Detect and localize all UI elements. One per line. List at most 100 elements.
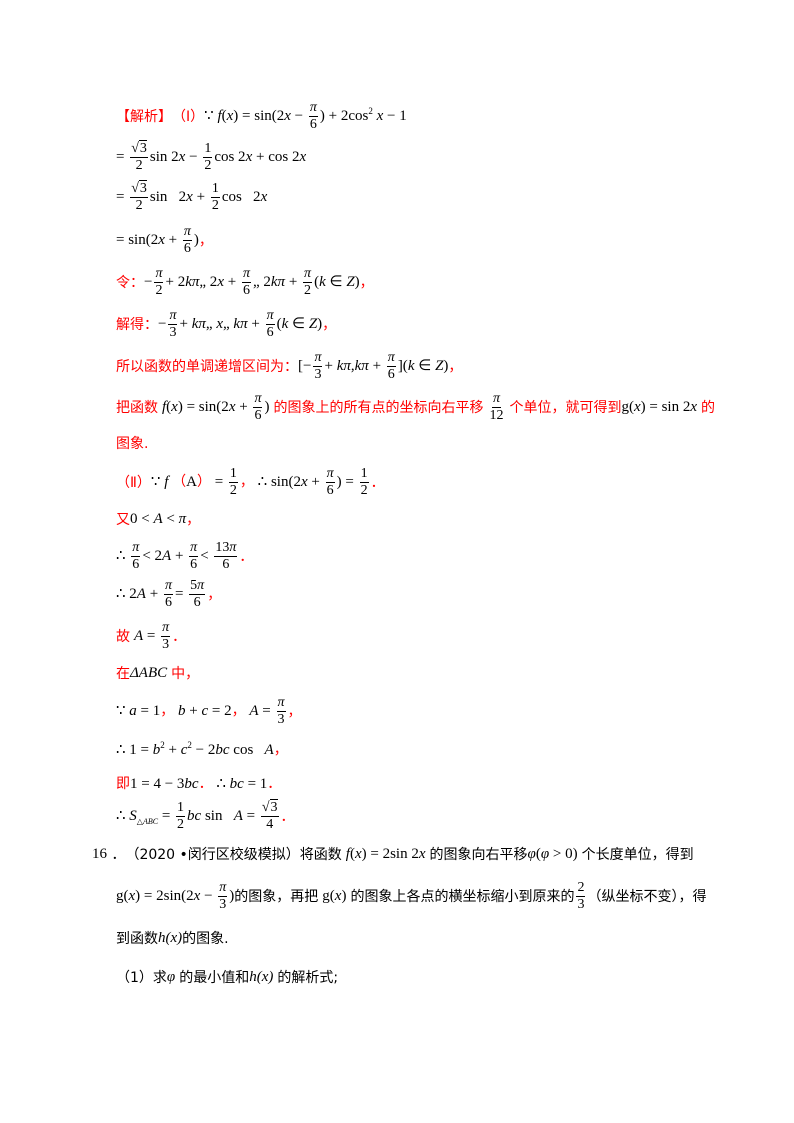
problem-dot: ．: [107, 847, 126, 863]
also-label: 又: [116, 512, 130, 528]
solution-line-2: = √3 2 sin 2x − 1 2 cos 2x + cos 2x: [116, 139, 307, 173]
solution-line-13: ∴ 2A + π 6 = 5π 6，: [116, 578, 221, 610]
fraction: π 12: [489, 390, 504, 423]
increasing-interval-label: 所以函数的单调递增区间为：: [116, 359, 298, 375]
solve-label: 解得：: [116, 317, 158, 333]
problem-16-question-1: （1） 求 φ 的最小值和 h(x) 的解析式;: [116, 961, 338, 993]
solution-line-10: （Ⅱ） ∵ f （A） = 1 2， ∴ sin(2x + π 6) = 1 2 ．: [116, 466, 385, 498]
punct: ，: [287, 704, 302, 720]
punct: ．: [267, 776, 282, 792]
fraction: π3: [276, 694, 286, 727]
question-label: （1）: [116, 970, 153, 986]
text: （纵坐标不变），得: [587, 889, 707, 905]
punct: ，: [185, 666, 200, 682]
part-2-label: （Ⅱ）: [116, 475, 151, 491]
solution-line-18: 即 1 = 4 − 3bc． ∴ bc = 1 ．: [116, 767, 281, 799]
fraction: π3: [218, 879, 228, 912]
solution-line-12: ∴ π 6 < 2A + π 6 < 13π 6 ．: [116, 540, 253, 572]
fraction: π6: [308, 99, 318, 132]
problem-number: 16: [92, 845, 107, 862]
solution-line-8: 把函数 f(x) = sin(2x + π 6) 的图象上的所有点的坐标向右平移 …: [116, 391, 715, 423]
text: 到函数: [116, 931, 158, 947]
fraction: π6: [386, 349, 396, 382]
punct: ，: [207, 587, 222, 603]
punct: ，: [448, 359, 463, 375]
fraction: π6: [189, 539, 199, 572]
fraction: 12: [228, 465, 238, 498]
formula: − π 3 + kπ„ x„ kπ + π 6 (k ∈ Z): [158, 307, 323, 340]
solution-line-1: 【解析】 （Ⅰ） ∵ f(x) = sin(2x − π 6) + 2cos2 x…: [116, 100, 407, 132]
triangle-name: ΔABC: [130, 664, 168, 681]
problem-16-line-1: 16 ． （2020 •闵行区校级模拟） 将函数 f(x) = 2sin 2x …: [92, 838, 694, 870]
punct: ．: [172, 629, 187, 645]
fraction: π2: [154, 265, 164, 298]
let-label: 令：: [116, 275, 144, 291]
formula: = √3 2 sin 2x − 1 2 cos 2x + cos 2x: [116, 139, 307, 173]
formula: g(x) = sin 2x: [621, 398, 698, 415]
fraction: √3 2: [130, 139, 148, 173]
fraction: π2: [303, 265, 313, 298]
fraction: 23: [576, 879, 586, 912]
formula: = √3 2 sin 2x + 1 2 cos 2x: [116, 179, 268, 213]
formula: g(x): [322, 887, 347, 904]
solution-line-3: = √3 2 sin 2x + 1 2 cos 2x: [116, 179, 268, 213]
formula: ∴ 1 = b2 + c2 − 2bc cos A: [116, 739, 274, 758]
fraction: 12: [359, 465, 369, 498]
problem-16-line-2: g(x) = 2sin(2x − π 3) 的图象，再把 g(x) 的图象上各点的…: [116, 880, 706, 912]
formula: ∴ π 6 < 2A + π 6 < 13π 6: [116, 539, 238, 572]
punct: ，: [322, 317, 337, 333]
formula: π 12: [487, 390, 505, 423]
punct: ，: [273, 742, 288, 758]
text: 的图象向右平移: [429, 847, 528, 863]
formula: ∵ a = 1， b + c = 2， A = π3: [116, 694, 286, 727]
formula: h(x): [249, 968, 274, 985]
middle-label: 中: [171, 666, 186, 682]
solution-line-4: = sin(2x + π 6)，: [116, 224, 213, 256]
formula: = sin(2x + π 6): [116, 223, 199, 256]
solution-line-17: ∴ 1 = b2 + c2 − 2bc cos A，: [116, 733, 288, 765]
fraction: π3: [313, 349, 323, 382]
text: 把函数: [116, 400, 158, 416]
punct: ．: [280, 809, 295, 825]
formula: f(x) = 2sin 2x: [345, 845, 426, 862]
text: 个单位，就可得到: [509, 400, 622, 416]
formula: ∴ 2A + π 6 = 5π 6: [116, 577, 206, 610]
fraction: π6: [182, 223, 192, 256]
text: 的解析式;: [277, 970, 339, 986]
formula: g(x) = 2sin(2x − π 3): [116, 879, 235, 912]
solution-line-5: 令： − π 2 + 2kπ„ 2x + π 6 „ 2kπ + π 2 (k ∈ Z)，: [116, 266, 374, 298]
text: 个长度单位，得到: [581, 847, 694, 863]
solution-line-7: 所以函数的单调递增区间为： [− π 3 + kπ,kπ + π 6](k ∈ Z)，: [116, 350, 462, 382]
text: 的最小值和: [179, 970, 250, 986]
text: 的图象，再把: [234, 889, 319, 905]
fraction: 13π 6: [214, 539, 238, 572]
solution-line-14: 故 A = π 3 ．: [116, 620, 186, 652]
fraction: π6: [253, 390, 263, 423]
fraction: 12: [176, 799, 186, 832]
in-label: 在: [116, 666, 130, 682]
formula: A = π3: [134, 619, 171, 652]
formula: ∵ f(x) = sin(2x − π 6) + 2cos2 x − 1: [204, 99, 407, 132]
fraction: π6: [325, 465, 335, 498]
fraction: π6: [131, 539, 141, 572]
solution-line-15: 在 ΔABC 中，: [116, 657, 199, 689]
text: 图象.: [116, 436, 149, 452]
formula: φ: [166, 968, 176, 985]
punct: ，: [198, 233, 213, 249]
formula: − π 2 + 2kπ„ 2x + π 6 „ 2kπ + π 2 (k ∈ Z): [144, 265, 360, 298]
analysis-header: 【解析】: [116, 109, 172, 125]
text: 的图象上的所有点的坐标向右平移: [273, 400, 484, 416]
formula: f(x) = sin(2x + π 6): [162, 390, 270, 423]
problem-16-line-3: 到函数 h(x) 的图象.: [116, 922, 229, 954]
punct: ．: [239, 549, 254, 565]
solution-line-9: 图象.: [116, 427, 148, 459]
formula: 0 < A < π: [130, 510, 187, 527]
punct: ，: [186, 512, 201, 528]
text: 将函数: [299, 847, 342, 863]
problem-source: （2020 •闵行区校级模拟）: [125, 847, 300, 863]
formula: 23: [574, 879, 587, 912]
fraction: π3: [168, 307, 178, 340]
formula: [− π 3 + kπ,kπ + π 6](k ∈ Z): [298, 349, 449, 382]
fraction: π6: [265, 307, 275, 340]
text: 的图象上各点的横坐标缩小到原来的: [350, 889, 575, 905]
